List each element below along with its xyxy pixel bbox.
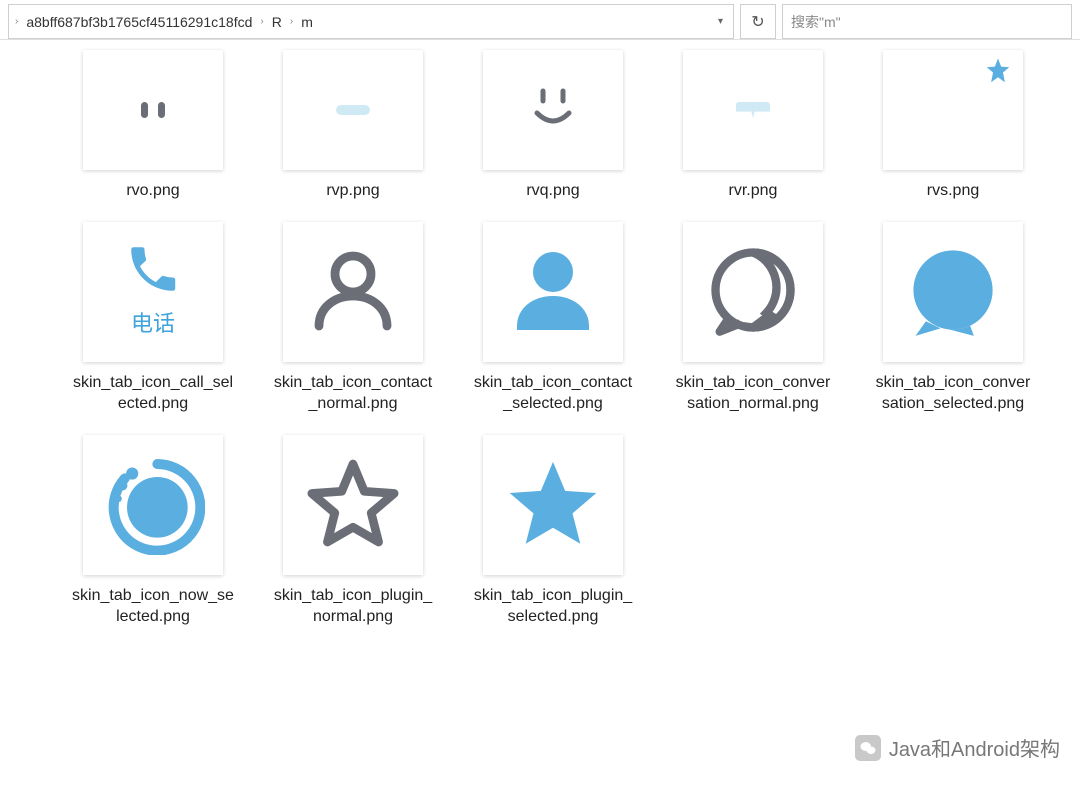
file-item[interactable]: skin_tab_icon_plugin_normal.png (258, 435, 448, 630)
search-input[interactable]: 搜索"m" (782, 4, 1072, 39)
file-name: skin_tab_icon_conversation_normal.png (668, 370, 838, 417)
rvq-icon (525, 81, 581, 140)
now-selected-icon (101, 451, 205, 558)
call-selected-icon: 电话 (124, 240, 182, 338)
breadcrumb-item[interactable]: a8bff687bf3b1765cf45116291c18fcd (26, 14, 252, 30)
file-item[interactable]: skin_tab_icon_plugin_selected.png (458, 435, 648, 630)
file-name: skin_tab_icon_plugin_normal.png (268, 583, 438, 630)
file-name: skin_tab_icon_contact_normal.png (268, 370, 438, 417)
contact-normal-icon (305, 242, 401, 341)
file-name: skin_tab_icon_contact_selected.png (468, 370, 638, 417)
thumbnail (683, 222, 823, 362)
file-item[interactable]: rvo.png (58, 50, 248, 204)
refresh-button[interactable]: ↻ (740, 4, 776, 39)
wechat-icon (855, 735, 881, 761)
file-item[interactable]: rvs.png (858, 50, 1048, 204)
thumbnail (883, 50, 1023, 170)
conversation-selected-icon (903, 240, 1003, 343)
rvr-icon (736, 102, 770, 118)
file-item[interactable]: rvp.png (258, 50, 448, 204)
file-name: rvp.png (322, 178, 383, 204)
file-item[interactable]: rvq.png (458, 50, 648, 204)
file-name: rvq.png (522, 178, 583, 204)
file-item[interactable]: skin_tab_icon_conversation_normal.png (658, 222, 848, 417)
file-grid: rvo.png rvp.png rvq.png rvr.png rvs.png (0, 40, 1080, 640)
plugin-normal-icon (301, 451, 405, 558)
address-toolbar: › a8bff687bf3b1765cf45116291c18fcd › R ›… (0, 0, 1080, 40)
chevron-down-icon[interactable]: ▾ (714, 12, 727, 31)
file-item[interactable]: skin_tab_icon_now_selected.png (58, 435, 248, 630)
file-name: rvo.png (122, 178, 183, 204)
conversation-normal-icon (703, 240, 803, 343)
thumbnail (683, 50, 823, 170)
thumbnail (483, 222, 623, 362)
rvo-icon (141, 102, 165, 118)
file-item[interactable]: skin_tab_icon_contact_normal.png (258, 222, 448, 417)
file-name: skin_tab_icon_call_selected.png (68, 370, 238, 417)
chevron-right-icon: › (260, 16, 263, 27)
thumbnail (283, 50, 423, 170)
file-name: skin_tab_icon_now_selected.png (68, 583, 238, 630)
refresh-icon: ↻ (751, 12, 764, 32)
thumbnail (83, 435, 223, 575)
file-item[interactable]: rvr.png (658, 50, 848, 204)
watermark-text: Java和Android架构 (889, 733, 1060, 762)
chevron-right-icon: › (15, 16, 18, 27)
search-placeholder: 搜索"m" (791, 12, 841, 32)
thumbnail: 电话 (83, 222, 223, 362)
file-item[interactable]: skin_tab_icon_contact_selected.png (458, 222, 648, 417)
plugin-selected-icon (501, 451, 605, 558)
breadcrumb-item[interactable]: m (301, 14, 313, 30)
thumbnail (283, 222, 423, 362)
breadcrumb[interactable]: › a8bff687bf3b1765cf45116291c18fcd › R ›… (8, 4, 734, 39)
thumbnail (83, 50, 223, 170)
file-name: skin_tab_icon_plugin_selected.png (468, 583, 638, 630)
file-item[interactable]: skin_tab_icon_conversation_selected.png (858, 222, 1048, 417)
contact-selected-icon (505, 242, 601, 341)
rvp-icon (336, 105, 370, 115)
chevron-right-icon: › (290, 16, 293, 27)
thumbnail (483, 50, 623, 170)
call-label: 电话 (131, 306, 175, 338)
thumbnail (283, 435, 423, 575)
breadcrumb-item[interactable]: R (272, 14, 282, 30)
file-name: rvs.png (923, 178, 983, 204)
file-item[interactable]: 电话 skin_tab_icon_call_selected.png (58, 222, 248, 417)
file-name: skin_tab_icon_conversation_selected.png (868, 370, 1038, 417)
file-name: rvr.png (725, 178, 782, 204)
watermark: Java和Android架构 (855, 733, 1060, 762)
thumbnail (883, 222, 1023, 362)
rvs-icon (883, 50, 1023, 170)
thumbnail (483, 435, 623, 575)
